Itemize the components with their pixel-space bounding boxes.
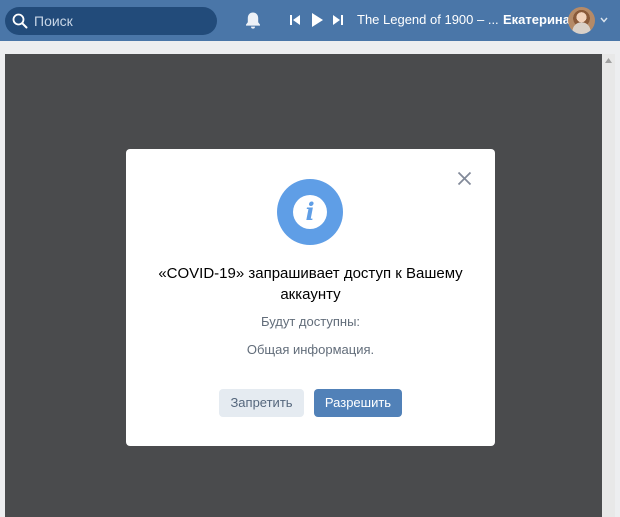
next-track-icon[interactable] bbox=[332, 13, 344, 27]
permission-dialog: i «COVID-19» запрашивает доступ к Вашему… bbox=[126, 149, 495, 446]
scroll-up-icon[interactable] bbox=[605, 58, 612, 63]
scrollbar[interactable] bbox=[602, 54, 615, 517]
chevron-down-icon[interactable] bbox=[600, 17, 608, 23]
bell-icon[interactable] bbox=[244, 11, 262, 30]
permission-item: Общая информация. bbox=[246, 342, 375, 357]
user-name[interactable]: Екатерина bbox=[503, 12, 570, 27]
prev-track-icon[interactable] bbox=[289, 13, 301, 27]
search-icon bbox=[12, 13, 28, 29]
search-placeholder: Поиск bbox=[34, 13, 73, 29]
deny-button[interactable]: Запретить bbox=[219, 389, 304, 417]
dialog-subtitle: Будут доступны: bbox=[260, 314, 361, 329]
close-icon[interactable] bbox=[457, 171, 472, 186]
play-icon[interactable] bbox=[311, 12, 324, 28]
top-bar: Поиск The Legend of 1900 – ... Екатерина bbox=[0, 0, 620, 41]
search-input[interactable]: Поиск bbox=[5, 7, 217, 35]
dialog-title: «COVID-19» запрашивает доступ к Вашему а… bbox=[158, 265, 463, 303]
info-glyph: i bbox=[293, 195, 327, 229]
allow-button[interactable]: Разрешить bbox=[314, 389, 402, 417]
avatar[interactable] bbox=[568, 7, 595, 34]
track-title[interactable]: The Legend of 1900 – ... bbox=[357, 12, 499, 27]
info-icon: i bbox=[277, 179, 343, 245]
